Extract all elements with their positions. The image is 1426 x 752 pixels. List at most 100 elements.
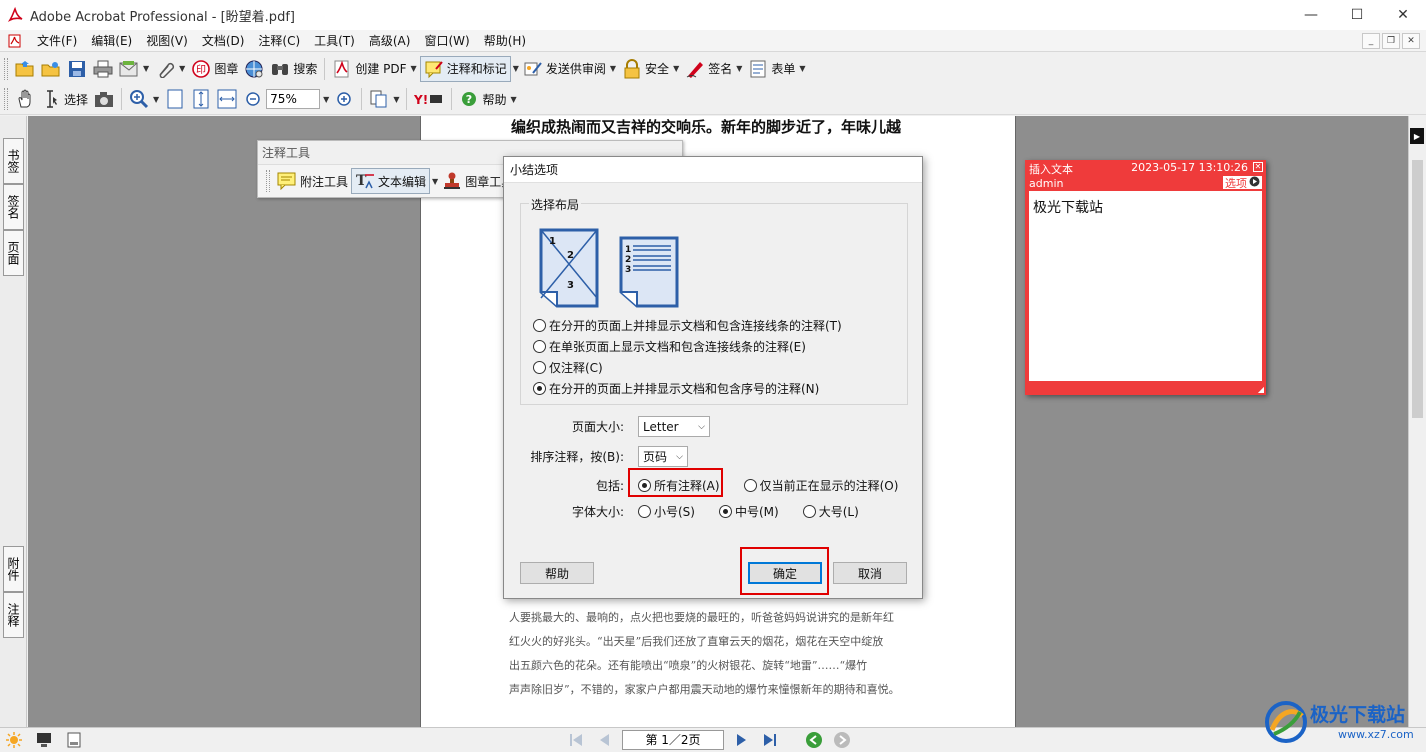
actual-size-button[interactable] xyxy=(162,86,188,112)
menu-comments[interactable]: 注释(C) xyxy=(251,30,307,52)
zoom-in-button[interactable] xyxy=(331,86,357,112)
menu-file[interactable]: 文件(F) xyxy=(30,30,84,52)
snapshot-button[interactable] xyxy=(91,86,117,112)
include-current-radio[interactable] xyxy=(743,479,757,492)
minimize-button[interactable]: — xyxy=(1288,0,1334,30)
menu-edit[interactable]: 编辑(E) xyxy=(84,30,139,52)
go-back-button[interactable] xyxy=(804,730,824,750)
create-pdf-button[interactable]: 创建 PDF ▼ xyxy=(329,56,419,82)
font-large-label[interactable]: 大号(L) xyxy=(819,503,859,520)
expand-panel-arrow[interactable]: ▶ xyxy=(1410,128,1424,144)
actual-size-page-icon xyxy=(165,89,185,109)
stamp-button[interactable]: 印图章 xyxy=(188,56,241,82)
email-button[interactable]: ▼ xyxy=(116,56,152,82)
doc-minimize-button[interactable]: _ xyxy=(1362,33,1380,49)
layout-option-1[interactable]: 在分开的页面上并排显示文档和包含连接线条的注释(T) xyxy=(533,317,842,334)
dialog-help-button[interactable]: 帮助 xyxy=(520,562,594,584)
doc-restore-button[interactable]: ❐ xyxy=(1382,33,1400,49)
tab-bookmarks[interactable]: 书签 xyxy=(3,138,24,184)
how-to-sun-icon[interactable] xyxy=(4,730,24,750)
note-options-button[interactable]: 选项 xyxy=(1223,176,1262,190)
title-bar: Adobe Acrobat Professional - [盼望着.pdf] —… xyxy=(0,0,1426,30)
font-medium-radio[interactable] xyxy=(718,505,732,518)
layout-option-3-radio[interactable] xyxy=(533,361,546,374)
fit-page-button[interactable] xyxy=(188,86,214,112)
page-number-input[interactable]: 第 1／2页 xyxy=(622,730,724,750)
tab-attachments[interactable]: 附件 xyxy=(3,546,24,592)
note-header[interactable]: 插入文本 2023-05-17 13:10:26 admin ✕ 选项 xyxy=(1025,160,1266,190)
layout-option-3[interactable]: 仅注释(C) xyxy=(533,359,603,376)
zoom-level-dropdown[interactable]: ▼ xyxy=(320,86,331,112)
menu-advanced[interactable]: 高级(A) xyxy=(362,30,418,52)
forms-button[interactable]: 表单 ▼ xyxy=(745,56,808,82)
comment-markup-dropdown[interactable]: ▼ xyxy=(511,56,520,82)
fit-width-button[interactable] xyxy=(214,86,240,112)
sign-button[interactable]: 签名 ▼ xyxy=(682,56,745,82)
font-large-radio[interactable] xyxy=(802,505,816,518)
layout-option-4[interactable]: 在分开的页面上并排显示文档和包含序号的注释(N) xyxy=(533,380,819,397)
menu-document[interactable]: 文档(D) xyxy=(195,30,252,52)
cancel-button[interactable]: 取消 xyxy=(833,562,907,584)
text-edit-button[interactable]: T 文本编辑 xyxy=(351,168,431,194)
search-button[interactable]: 搜索 xyxy=(267,56,320,82)
zoom-in-tool-button[interactable]: ▼ xyxy=(126,86,162,112)
send-review-button[interactable]: 发送供审阅 ▼ xyxy=(520,56,619,82)
hand-tool-button[interactable] xyxy=(12,86,38,112)
scroll-thumb[interactable] xyxy=(1412,160,1423,418)
next-page-button[interactable] xyxy=(732,730,752,750)
tab-signatures[interactable]: 签名 xyxy=(3,184,24,230)
zoom-out-button[interactable] xyxy=(240,86,266,112)
lock-icon xyxy=(622,58,642,79)
stamp-seal-icon: 印 xyxy=(191,59,211,79)
security-button[interactable]: 安全 ▼ xyxy=(619,56,682,82)
web-button[interactable] xyxy=(241,56,267,82)
attach-button[interactable]: ▼ xyxy=(152,56,188,82)
layout-option-4-radio[interactable] xyxy=(533,382,546,395)
previous-page-button[interactable] xyxy=(594,730,614,750)
last-page-button[interactable] xyxy=(760,730,780,750)
layout-option-1-radio[interactable] xyxy=(533,319,546,332)
first-page-button[interactable] xyxy=(566,730,586,750)
sort-row: 排序注释，按(B): 页码 ⌵ xyxy=(514,446,688,467)
font-small-radio[interactable] xyxy=(638,505,651,518)
organizer-button[interactable] xyxy=(38,56,64,82)
close-icon[interactable]: ✕ xyxy=(1253,162,1263,172)
zoom-level-input[interactable]: 75% xyxy=(266,89,321,109)
menu-help[interactable]: 帮助(H) xyxy=(477,30,533,52)
save-button[interactable] xyxy=(64,56,90,82)
dialog-title: 小结选项 xyxy=(504,157,922,183)
maximize-button[interactable]: ☐ xyxy=(1334,0,1380,30)
page-view-icon[interactable] xyxy=(64,730,84,750)
pdf-document-icon[interactable] xyxy=(8,34,22,48)
page-layout-button[interactable]: ▼ xyxy=(366,86,402,112)
select-tool-button[interactable]: 选择 xyxy=(38,86,91,112)
close-button[interactable]: ✕ xyxy=(1380,0,1426,30)
page-heading-text: 编织成热闹而又吉祥的交响乐。新年的脚步近了，年味儿越 xyxy=(511,118,902,136)
help-button[interactable]: ? 帮助 ▼ xyxy=(456,86,519,112)
menu-view[interactable]: 视图(V) xyxy=(139,30,195,52)
tab-comments[interactable]: 注释 xyxy=(3,592,24,638)
open-button[interactable] xyxy=(12,56,38,82)
go-forward-button[interactable] xyxy=(832,730,852,750)
sort-select[interactable]: 页码 ⌵ xyxy=(638,446,688,467)
comment-popup-note[interactable]: 插入文本 2023-05-17 13:10:26 admin ✕ 选项 极光下载… xyxy=(1025,160,1266,395)
tab-pages[interactable]: 页面 xyxy=(3,230,24,276)
layout-option-2[interactable]: 在单张页面上显示文档和包含连接线条的注释(E) xyxy=(533,338,806,355)
text-edit-dropdown[interactable]: ▼ xyxy=(430,168,439,194)
resize-grip-icon[interactable]: ◢ xyxy=(1258,385,1264,394)
print-button[interactable] xyxy=(90,56,116,82)
comment-markup-button[interactable]: 注释和标记 xyxy=(419,55,511,82)
font-small-label[interactable]: 小号(S) xyxy=(654,503,695,520)
yahoo-toolbar-button[interactable]: Y! xyxy=(411,86,447,112)
doc-close-button[interactable]: ✕ xyxy=(1402,33,1420,49)
note-content[interactable]: 极光下载站 xyxy=(1029,191,1262,381)
font-medium-label[interactable]: 中号(M) xyxy=(735,503,779,520)
page-size-select[interactable]: Letter ⌵ xyxy=(638,416,710,437)
note-tool-button[interactable]: 附注工具 xyxy=(274,168,351,194)
layout-option-2-radio[interactable] xyxy=(533,340,546,353)
monitor-icon[interactable] xyxy=(34,730,54,750)
vertical-scrollbar[interactable]: ▲ xyxy=(1408,116,1426,727)
menu-window[interactable]: 窗口(W) xyxy=(417,30,476,52)
menu-tools[interactable]: 工具(T) xyxy=(307,30,362,52)
include-current-label[interactable]: 仅当前正在显示的注释(O) xyxy=(760,477,899,494)
